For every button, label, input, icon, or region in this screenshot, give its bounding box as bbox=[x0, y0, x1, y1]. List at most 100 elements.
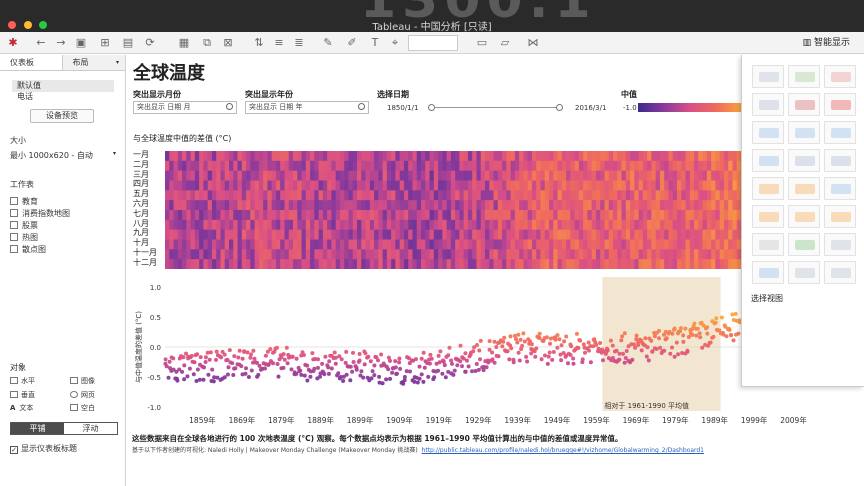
heatmap-cell[interactable] bbox=[254, 170, 260, 181]
tiled-button[interactable]: 平铺 bbox=[11, 423, 64, 434]
heatmap-cell[interactable] bbox=[399, 180, 405, 191]
heatmap-cell[interactable] bbox=[352, 239, 358, 250]
heatmap-cell[interactable] bbox=[241, 259, 247, 269]
heatmap-cell[interactable] bbox=[540, 151, 546, 162]
heatmap-cell[interactable] bbox=[715, 239, 721, 250]
heatmap-cell[interactable] bbox=[502, 219, 507, 231]
heatmap-cell[interactable] bbox=[472, 160, 477, 172]
heatmap-cell[interactable] bbox=[246, 249, 251, 260]
heatmap-cell[interactable] bbox=[267, 180, 273, 191]
heatmap-cell[interactable] bbox=[182, 210, 187, 221]
heatmap-cell[interactable] bbox=[519, 239, 524, 250]
heatmap-cell[interactable] bbox=[502, 210, 507, 221]
scatter-point[interactable] bbox=[700, 345, 705, 350]
heatmap-cell[interactable] bbox=[459, 210, 465, 221]
heatmap-cell[interactable] bbox=[630, 160, 635, 172]
scatter-point[interactable] bbox=[376, 358, 380, 363]
heatmap-cell[interactable] bbox=[574, 229, 580, 240]
scatter-point[interactable] bbox=[690, 333, 695, 337]
heatmap-cell[interactable] bbox=[702, 219, 708, 231]
heatmap-cell[interactable] bbox=[182, 229, 187, 240]
heatmap-cell[interactable] bbox=[677, 259, 682, 269]
heatmap-cell[interactable] bbox=[374, 219, 379, 231]
heatmap-cell[interactable] bbox=[339, 180, 345, 191]
scatter-point[interactable] bbox=[351, 360, 356, 364]
heatmap-cell[interactable] bbox=[706, 259, 712, 269]
heatmap-cell[interactable] bbox=[322, 151, 328, 162]
heatmap-cell[interactable] bbox=[531, 259, 537, 269]
heatmap-cell[interactable] bbox=[574, 249, 580, 260]
scatter-point[interactable] bbox=[343, 360, 348, 365]
heatmap-cell[interactable] bbox=[314, 259, 319, 269]
heatmap-cell[interactable] bbox=[322, 160, 328, 172]
heatmap-cell[interactable] bbox=[271, 229, 277, 240]
heatmap-cell[interactable] bbox=[378, 180, 383, 191]
heatmap-cell[interactable] bbox=[519, 190, 524, 201]
heatmap-cell[interactable] bbox=[190, 210, 196, 221]
heatmap-cell[interactable] bbox=[322, 170, 328, 181]
heatmap-cell[interactable] bbox=[493, 219, 499, 231]
heatmap-cell[interactable] bbox=[472, 219, 477, 231]
heatmap-cell[interactable] bbox=[689, 170, 695, 181]
heatmap-cell[interactable] bbox=[446, 229, 452, 240]
heatmap-cell[interactable] bbox=[625, 170, 631, 181]
heatmap-cell[interactable] bbox=[203, 180, 209, 191]
heatmap-cell[interactable] bbox=[459, 259, 465, 269]
heatmap-cell[interactable] bbox=[352, 219, 358, 231]
heatmap-cell[interactable] bbox=[694, 219, 699, 231]
heatmap-cell[interactable] bbox=[651, 229, 657, 240]
heatmap-cell[interactable] bbox=[344, 170, 349, 181]
heatmap-cell[interactable] bbox=[514, 190, 520, 201]
heatmap-cell[interactable] bbox=[165, 200, 170, 211]
scatter-point[interactable] bbox=[586, 340, 591, 345]
heatmap-cell[interactable] bbox=[553, 160, 558, 172]
heatmap-cell[interactable] bbox=[651, 151, 657, 162]
heatmap-cell[interactable] bbox=[169, 210, 174, 221]
heatmap-cell[interactable] bbox=[403, 249, 409, 260]
heatmap-cell[interactable] bbox=[203, 151, 209, 162]
heatmap-cell[interactable] bbox=[553, 180, 558, 191]
heatmap-cell[interactable] bbox=[241, 249, 247, 260]
heatmap-cell[interactable] bbox=[263, 239, 268, 250]
heatmap-cell[interactable] bbox=[527, 180, 533, 191]
heatmap-cell[interactable] bbox=[433, 249, 439, 260]
heatmap-cell[interactable] bbox=[608, 151, 614, 162]
heatmap-cell[interactable] bbox=[301, 249, 307, 260]
heatmap-cell[interactable] bbox=[595, 229, 601, 240]
heatmap-cell[interactable] bbox=[681, 170, 686, 181]
heatmap-cell[interactable] bbox=[190, 151, 196, 162]
chart-type-symbol-map-icon[interactable] bbox=[752, 93, 784, 116]
scatter-point[interactable] bbox=[388, 358, 392, 363]
heatmap-cell[interactable] bbox=[442, 210, 447, 221]
heatmap-cell[interactable] bbox=[472, 249, 477, 260]
heatmap-cell[interactable] bbox=[271, 249, 277, 260]
heatmap-cell[interactable] bbox=[519, 219, 524, 231]
heatmap-cell[interactable] bbox=[438, 239, 443, 250]
heatmap-cell[interactable] bbox=[339, 190, 345, 201]
heatmap-cell[interactable] bbox=[630, 249, 635, 260]
scatter-point[interactable] bbox=[436, 353, 441, 358]
heatmap-cell[interactable] bbox=[293, 249, 298, 260]
scatter-point[interactable] bbox=[203, 355, 208, 360]
heatmap-cell[interactable] bbox=[433, 190, 439, 201]
scatter-point[interactable] bbox=[525, 359, 530, 364]
heatmap-cell[interactable] bbox=[305, 249, 311, 260]
heatmap-cell[interactable] bbox=[310, 239, 315, 250]
scatter-point[interactable] bbox=[285, 361, 290, 366]
heatmap-cell[interactable] bbox=[621, 180, 627, 191]
heatmap-cell[interactable] bbox=[378, 239, 383, 250]
heatmap-cell[interactable] bbox=[677, 170, 682, 181]
heatmap-cell[interactable] bbox=[331, 219, 337, 231]
heatmap-cell[interactable] bbox=[514, 160, 520, 172]
heatmap-cell[interactable] bbox=[425, 160, 430, 172]
heatmap-cell[interactable] bbox=[719, 151, 725, 162]
scatter-point[interactable] bbox=[502, 335, 507, 340]
scatter-point[interactable] bbox=[548, 336, 553, 341]
heatmap-cell[interactable] bbox=[403, 180, 409, 191]
heatmap-cell[interactable] bbox=[583, 160, 588, 172]
heatmap-cell[interactable] bbox=[352, 170, 358, 181]
heatmap-cell[interactable] bbox=[677, 210, 682, 221]
scatter-point[interactable] bbox=[268, 347, 273, 352]
heatmap-cell[interactable] bbox=[681, 249, 686, 260]
heatmap-cell[interactable] bbox=[233, 180, 238, 191]
